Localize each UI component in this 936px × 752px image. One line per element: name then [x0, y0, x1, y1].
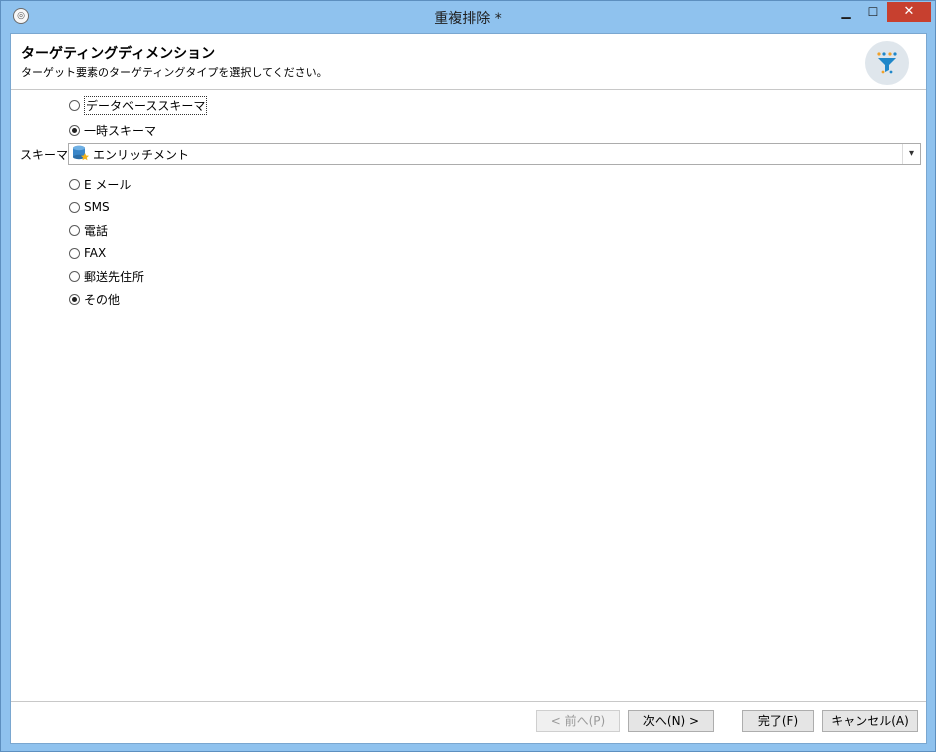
radio-circle[interactable] [69, 99, 80, 111]
radio-phone[interactable]: 電話 [69, 221, 108, 239]
radio-label: E メール [84, 177, 132, 192]
radio-database-schema[interactable]: データベーススキーマ [69, 95, 208, 115]
radio-fax[interactable]: FAX [69, 244, 106, 262]
radio-circle[interactable] [69, 224, 80, 236]
page-title: ターゲティングディメンション [21, 46, 216, 62]
minimize-button[interactable]: ▁ [833, 2, 859, 22]
schema-value: エンリッチメント [93, 147, 190, 162]
radio-temporary-schema[interactable]: 一時スキーマ [69, 121, 156, 139]
radio-label: FAX [84, 246, 107, 260]
radio-label: その他 [84, 292, 121, 307]
dialog-window: ◎ 重複排除 * ▁ ☐ ✕ ターゲティングディメンション ターゲット要素のター… [0, 0, 936, 752]
radio-sms[interactable]: SMS [69, 198, 110, 216]
header-divider [11, 89, 926, 90]
next-button[interactable]: 次へ(N) > [628, 710, 714, 732]
dialog-body: ターゲティングディメンション ターゲット要素のターゲティングタイプを選択してくだ… [10, 33, 927, 744]
database-icon [72, 145, 90, 164]
schema-dropdown[interactable]: エンリッチメント ▾ [68, 143, 921, 165]
schema-label: スキーマ: [20, 148, 73, 162]
finish-button[interactable]: 完了(F) [742, 710, 814, 732]
chevron-down-icon[interactable]: ▾ [902, 144, 920, 164]
radio-postal-address[interactable]: 郵送先住所 [69, 267, 144, 285]
funnel-filter-icon [865, 41, 909, 85]
cancel-button[interactable]: キャンセル(A) [822, 710, 918, 732]
radio-circle[interactable] [69, 201, 80, 213]
radio-circle[interactable] [69, 178, 80, 190]
title-bar[interactable]: ◎ 重複排除 * ▁ ☐ ✕ [1, 1, 935, 33]
radio-circle[interactable] [69, 293, 80, 305]
radio-label: SMS [84, 200, 110, 214]
radio-circle[interactable] [69, 124, 80, 136]
radio-email[interactable]: E メール [69, 175, 131, 193]
wizard-header: ターゲティングディメンション ターゲット要素のターゲティングタイプを選択してくだ… [11, 34, 926, 90]
radio-circle[interactable] [69, 247, 80, 259]
radio-label: データベーススキーマ [84, 95, 208, 115]
radio-label: 一時スキーマ [84, 123, 157, 138]
footer-divider [11, 701, 926, 702]
window-title: 重複排除 * [434, 11, 502, 27]
maximize-button[interactable]: ☐ [860, 2, 886, 22]
radio-label: 郵送先住所 [84, 269, 145, 284]
radio-circle[interactable] [69, 270, 80, 282]
close-button[interactable]: ✕ [887, 2, 931, 22]
page-subtitle: ターゲット要素のターゲティングタイプを選択してください。 [21, 66, 328, 79]
prev-button[interactable]: < 前へ(P) [536, 710, 620, 732]
radio-label: 電話 [84, 223, 109, 238]
radio-other[interactable]: その他 [69, 290, 120, 308]
